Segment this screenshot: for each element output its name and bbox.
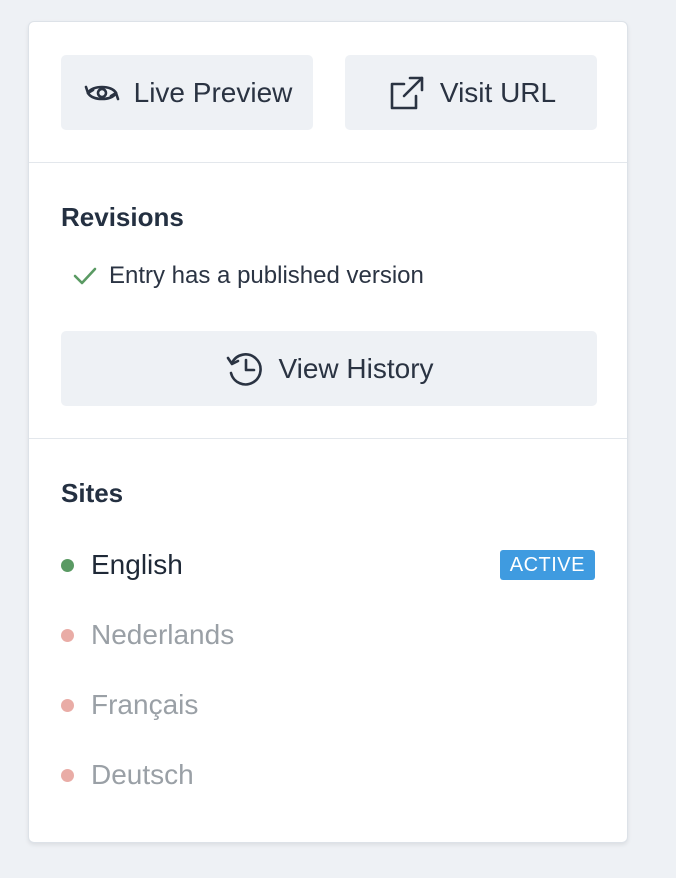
live-preview-icon: [82, 76, 122, 110]
site-status-dot: [61, 628, 74, 642]
view-history-button[interactable]: View History: [61, 331, 597, 406]
divider: [29, 438, 627, 439]
active-badge: ACTIVE: [499, 550, 595, 580]
history-icon: [224, 348, 266, 390]
site-name: Français: [91, 689, 199, 720]
revision-status-text: Entry has a published version: [109, 262, 424, 289]
site-name: English: [91, 549, 183, 580]
site-status-dot: [61, 698, 74, 712]
entry-sidebar-panel: Live Preview Visit URL Revisions Entry h…: [28, 21, 628, 843]
external-link-icon: [386, 72, 428, 114]
sites-heading: Sites: [61, 478, 124, 508]
site-status-dot: [61, 768, 74, 782]
site-status-dot: [61, 558, 74, 572]
view-history-label: View History: [278, 352, 434, 384]
revisions-heading: Revisions: [61, 202, 184, 232]
revision-status: Entry has a published version: [73, 262, 424, 290]
check-icon: [73, 266, 97, 286]
site-name: Deutsch: [91, 759, 194, 790]
visit-url-label: Visit URL: [439, 76, 557, 108]
site-item-francais[interactable]: Français: [61, 685, 595, 725]
live-preview-label: Live Preview: [133, 76, 293, 108]
visit-url-button[interactable]: Visit URL: [345, 55, 597, 130]
site-item-deutsch[interactable]: Deutsch: [61, 755, 595, 795]
live-preview-button[interactable]: Live Preview: [61, 55, 313, 130]
site-item-nederlands[interactable]: Nederlands: [61, 615, 595, 655]
site-name: Nederlands: [91, 619, 235, 650]
divider: [29, 162, 627, 163]
site-item-english[interactable]: English ACTIVE: [61, 545, 595, 585]
